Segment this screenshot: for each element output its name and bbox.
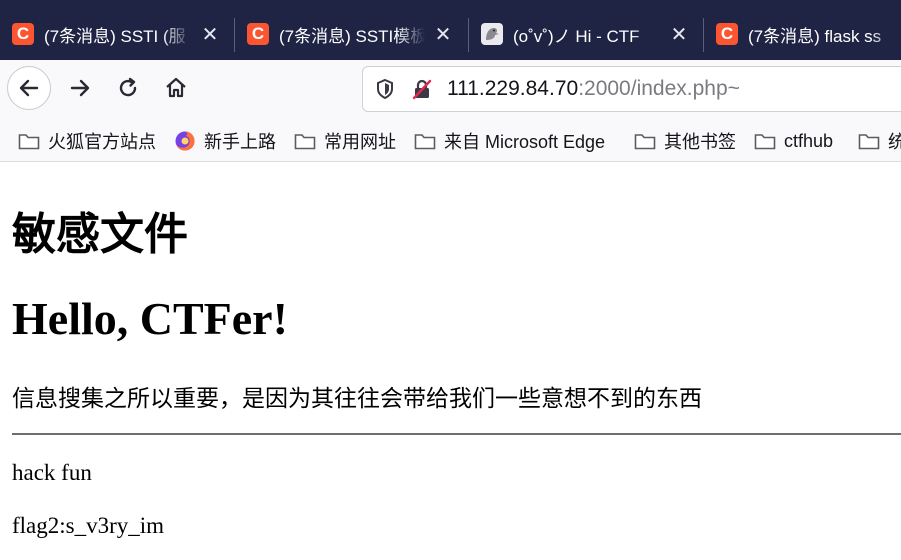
tab-3[interactable]: (o˚v˚)ノ Hi - CTF ✕ <box>481 12 691 56</box>
hack-fun-text: hack fun <box>12 460 92 485</box>
bookmark-label: ctfhub <box>784 130 834 151</box>
flag-text: flag2:s_v3ry_im <box>12 513 165 538</box>
insecure-lock-icon[interactable] <box>405 78 439 100</box>
tracking-protection-shield-icon[interactable] <box>365 78 405 100</box>
tab-separator <box>468 18 469 52</box>
folder-icon <box>754 130 776 152</box>
bookmark-folder[interactable]: 其他书签 <box>634 128 736 154</box>
bookmark-folder[interactable]: 统 <box>858 128 901 154</box>
reload-icon <box>119 77 137 97</box>
horizontal-rule <box>12 433 901 435</box>
tab-separator <box>234 18 235 52</box>
tab-strip: C (7条消息) SSTI (服 ✕ C (7条消息) SSTI模板 ✕ (o˚… <box>0 0 901 60</box>
tab-title: (7条消息) SSTI模板 <box>279 26 425 46</box>
tab-separator <box>703 18 704 52</box>
csdn-favicon-icon: C <box>12 23 34 45</box>
folder-icon <box>294 130 316 152</box>
back-button[interactable] <box>7 66 51 110</box>
bookmark-folder[interactable]: 火狐官方站点 <box>18 128 156 154</box>
page-title: 敏感文件 <box>12 209 188 260</box>
tab-title: (7条消息) flask ss <box>748 26 882 46</box>
bookmark-label: 新手上路 <box>204 132 276 152</box>
tab-title: (o˚v˚)ノ Hi - CTF <box>513 26 640 46</box>
arrow-left-icon <box>19 79 39 97</box>
home-button[interactable] <box>154 66 198 110</box>
bookmark-label: 统 <box>888 128 901 154</box>
bookmark-folder[interactable]: ctfhub <box>754 128 833 154</box>
close-icon[interactable]: ✕ <box>667 22 691 47</box>
folder-icon <box>18 130 40 152</box>
close-icon[interactable]: ✕ <box>198 22 222 47</box>
nav-toolbar: 111.229.84.70:2000/index.php~ <box>0 60 901 120</box>
csdn-favicon-icon: C <box>716 23 738 45</box>
tab-1[interactable]: C (7条消息) SSTI (服 ✕ <box>12 12 222 56</box>
home-icon <box>166 77 186 98</box>
url-path: :2000/index.php~ <box>578 77 740 100</box>
folder-icon <box>414 130 436 152</box>
greeting-heading: Hello, CTFer! <box>12 293 288 344</box>
bird-icon <box>481 23 503 45</box>
bookmarks-toolbar: 火狐官方站点 新手上路 常用网址 来自 Microsoft Edge 其他书签 … <box>0 120 901 162</box>
tab-2[interactable]: C (7条消息) SSTI模板 ✕ <box>247 12 455 56</box>
intro-paragraph: 信息搜集之所以重要，是因为其往往会带给我们一些意想不到的东西 <box>12 386 702 412</box>
bookmark-label: 来自 Microsoft Edge <box>444 132 606 152</box>
close-icon[interactable]: ✕ <box>431 22 455 47</box>
bookmark-folder[interactable]: 来自 Microsoft Edge <box>414 128 605 154</box>
address-bar[interactable]: 111.229.84.70:2000/index.php~ <box>362 66 901 112</box>
reload-button[interactable] <box>106 66 150 110</box>
bookmark-label: 常用网址 <box>324 132 396 152</box>
forward-button[interactable] <box>58 66 102 110</box>
tab-4[interactable]: C (7条消息) flask ss <box>716 12 901 56</box>
arrow-right-icon <box>70 79 90 97</box>
url-text[interactable]: 111.229.84.70:2000/index.php~ <box>447 77 740 101</box>
bookmark-folder[interactable]: 常用网址 <box>294 128 396 154</box>
bookmark-label: 其他书签 <box>664 132 736 152</box>
csdn-favicon-icon: C <box>247 23 269 45</box>
bookmark-link[interactable]: 新手上路 <box>174 128 276 154</box>
tab-title: (7条消息) SSTI (服 <box>44 26 186 46</box>
url-host: 111.229.84.70 <box>447 77 579 100</box>
firefox-icon <box>174 130 196 152</box>
bookmark-label: 火狐官方站点 <box>48 132 156 152</box>
folder-icon <box>858 130 880 152</box>
folder-icon <box>634 130 656 152</box>
